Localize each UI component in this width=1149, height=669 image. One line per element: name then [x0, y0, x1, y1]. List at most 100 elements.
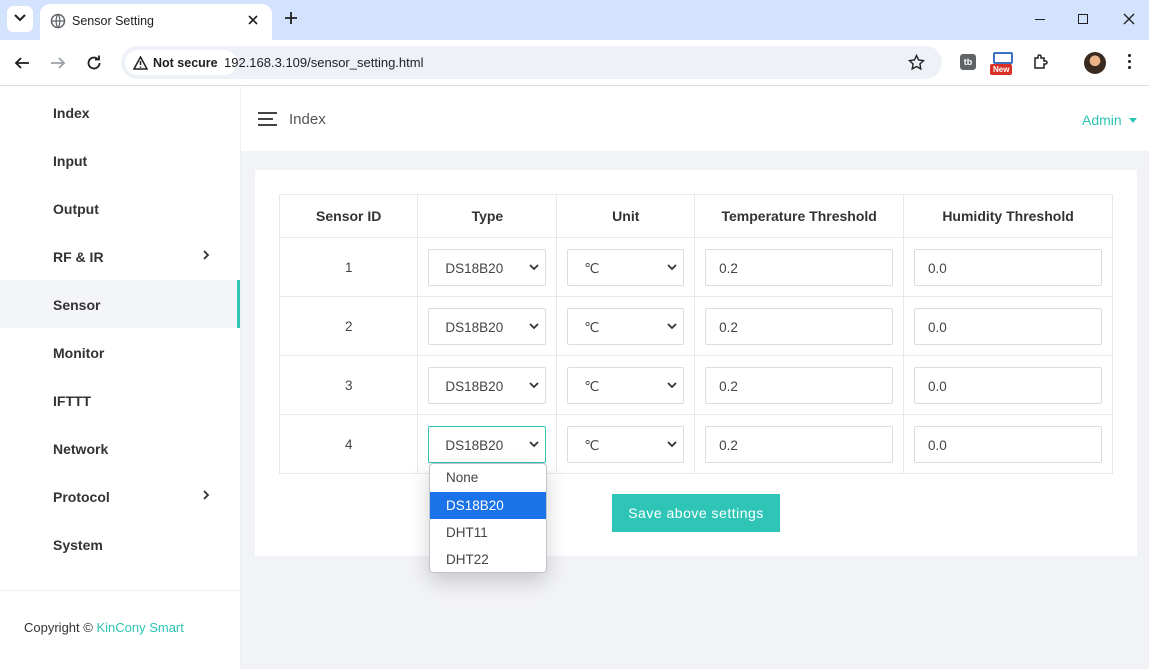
dropdown-option-dht11[interactable]: DHT11 — [430, 519, 546, 546]
security-label: Not secure — [153, 56, 218, 70]
unit-select-value: ℃ — [584, 378, 600, 394]
humidity-cell: 0.0 — [903, 355, 1113, 415]
table-row: 2 DS18B20 ℃ 0.2 0.0 — [278, 296, 1113, 356]
header-unit: Unit — [556, 194, 696, 238]
back-arrow-icon[interactable] — [14, 55, 30, 71]
sidebar-item-sensor[interactable]: Sensor — [0, 280, 240, 328]
warning-triangle-icon — [133, 56, 148, 70]
unit-cell: ℃ — [556, 414, 696, 474]
sensor-settings-card: Sensor ID Type Unit Temperature Threshol… — [255, 170, 1137, 556]
header-sensor-id: Sensor ID — [278, 194, 419, 238]
sensor-id-cell: 1 — [278, 237, 419, 297]
humidity-threshold-input[interactable]: 0.0 — [914, 248, 1103, 286]
dropdown-option-ds18b20[interactable]: DS18B20 — [430, 492, 546, 519]
sidebar-item-ifttt[interactable]: IFTTT — [0, 376, 240, 424]
puzzle-extensions-icon[interactable] — [1032, 53, 1050, 71]
sidebar-item-monitor[interactable]: Monitor — [0, 328, 240, 376]
url-text: 192.168.3.109/sensor_setting.html — [224, 55, 424, 70]
type-select-value: DS18B20 — [445, 319, 504, 335]
unit-select-value: ℃ — [584, 319, 600, 335]
browser-tab[interactable]: Sensor Setting — [40, 4, 272, 40]
type-select[interactable]: DS18B20 — [428, 248, 547, 286]
chevron-down-icon — [667, 381, 677, 388]
unit-cell: ℃ — [556, 296, 696, 356]
sensor-id-cell: 3 — [278, 355, 419, 415]
copyright: Copyright © KinCony Smart — [24, 620, 184, 635]
browser-toolbar: Not secure 192.168.3.109/sensor_setting.… — [0, 40, 1149, 86]
sidebar-item-rf-ir[interactable]: RF & IR — [0, 232, 240, 280]
table-row: 1 DS18B20 ℃ 0.2 0.0 — [278, 237, 1113, 297]
sidebar-item-network[interactable]: Network — [0, 424, 240, 472]
breadcrumb[interactable]: Index — [289, 111, 326, 128]
unit-select[interactable]: ℃ — [567, 307, 685, 345]
tab-title: Sensor Setting — [72, 14, 154, 28]
chevron-down-icon — [529, 440, 540, 447]
humidity-threshold-input[interactable]: 0.0 — [914, 307, 1103, 345]
minimize-icon[interactable] — [1035, 19, 1045, 20]
type-cell: DS18B20 — [417, 355, 558, 415]
chevron-down-icon — [667, 263, 677, 270]
type-select-value: DS18B20 — [445, 378, 504, 394]
header-type: Type — [417, 194, 558, 238]
sidebar-item-protocol[interactable]: Protocol — [0, 472, 240, 520]
sidebar: Index Input Output RF & IR Sensor Monito… — [0, 87, 241, 669]
temperature-threshold-input[interactable]: 0.2 — [705, 307, 894, 345]
humidity-threshold-input[interactable]: 0.0 — [914, 425, 1103, 463]
sensor-id-cell: 4 — [278, 414, 419, 474]
unit-cell: ℃ — [556, 237, 696, 297]
header-humidity-threshold: Humidity Threshold — [903, 194, 1113, 238]
dropdown-option-none[interactable]: None — [430, 464, 546, 491]
humidity-cell: 0.0 — [903, 414, 1113, 474]
humidity-cell: 0.0 — [903, 296, 1113, 356]
temperature-threshold-input[interactable]: 0.2 — [705, 425, 894, 463]
sidebar-item-output[interactable]: Output — [0, 184, 240, 232]
sidebar-item-system[interactable]: System — [0, 520, 240, 568]
copyright-link[interactable]: KinCony Smart — [96, 620, 183, 635]
humidity-threshold-input[interactable]: 0.0 — [914, 366, 1103, 404]
header-temperature-threshold: Temperature Threshold — [694, 194, 905, 238]
sidebar-item-input[interactable]: Input — [0, 136, 240, 184]
temp-cell: 0.2 — [694, 355, 905, 415]
type-cell: DS18B20 — [417, 296, 558, 356]
extension-window-icon[interactable] — [993, 52, 1013, 64]
globe-icon — [50, 13, 66, 29]
save-settings-button[interactable]: Save above settings — [612, 494, 780, 532]
site-info-chip[interactable]: Not secure — [125, 50, 237, 75]
hamburger-menu-icon[interactable] — [258, 112, 277, 130]
dropdown-option-dht22[interactable]: DHT22 — [430, 546, 546, 572]
new-tab-icon[interactable] — [284, 11, 298, 25]
profile-avatar[interactable] — [1084, 52, 1106, 74]
type-select-value: DS18B20 — [445, 437, 504, 453]
unit-select-value: ℃ — [584, 437, 600, 453]
unit-select[interactable]: ℃ — [567, 425, 685, 463]
chevron-down-icon — [529, 381, 540, 388]
unit-select[interactable]: ℃ — [567, 248, 685, 286]
sidebar-item-index[interactable]: Index — [0, 88, 240, 136]
maximize-icon[interactable] — [1078, 14, 1088, 24]
type-select[interactable]: DS18B20 — [428, 366, 547, 404]
more-menu-icon[interactable] — [1128, 54, 1132, 72]
temperature-threshold-input[interactable]: 0.2 — [705, 366, 894, 404]
type-cell: DS18B20 — [417, 237, 558, 297]
caret-down-icon[interactable] — [1129, 118, 1137, 123]
type-select[interactable]: DS18B20 — [428, 425, 547, 463]
temp-cell: 0.2 — [694, 296, 905, 356]
address-bar[interactable]: Not secure 192.168.3.109/sensor_setting.… — [121, 46, 942, 79]
table-row: 3 DS18B20 ℃ 0.2 0.0 — [278, 355, 1113, 415]
temp-cell: 0.2 — [694, 237, 905, 297]
type-select[interactable]: DS18B20 — [428, 307, 547, 345]
admin-menu[interactable]: Admin — [1082, 112, 1122, 128]
bookmark-star-icon[interactable] — [908, 54, 925, 71]
temperature-threshold-input[interactable]: 0.2 — [705, 248, 894, 286]
unit-select[interactable]: ℃ — [567, 366, 685, 404]
forward-arrow-icon[interactable] — [50, 55, 66, 71]
close-tab-icon[interactable] — [247, 14, 259, 26]
new-badge: New — [990, 64, 1013, 75]
reload-icon[interactable] — [86, 55, 102, 71]
window-close-icon[interactable] — [1123, 13, 1135, 25]
chevron-right-icon — [203, 250, 210, 260]
type-dropdown-list: None DS18B20 DHT11 DHT22 — [429, 463, 547, 573]
extension-icon[interactable]: tb — [960, 54, 976, 70]
table-header-row: Sensor ID Type Unit Temperature Threshol… — [278, 194, 1113, 238]
tab-search-button[interactable] — [7, 6, 33, 32]
